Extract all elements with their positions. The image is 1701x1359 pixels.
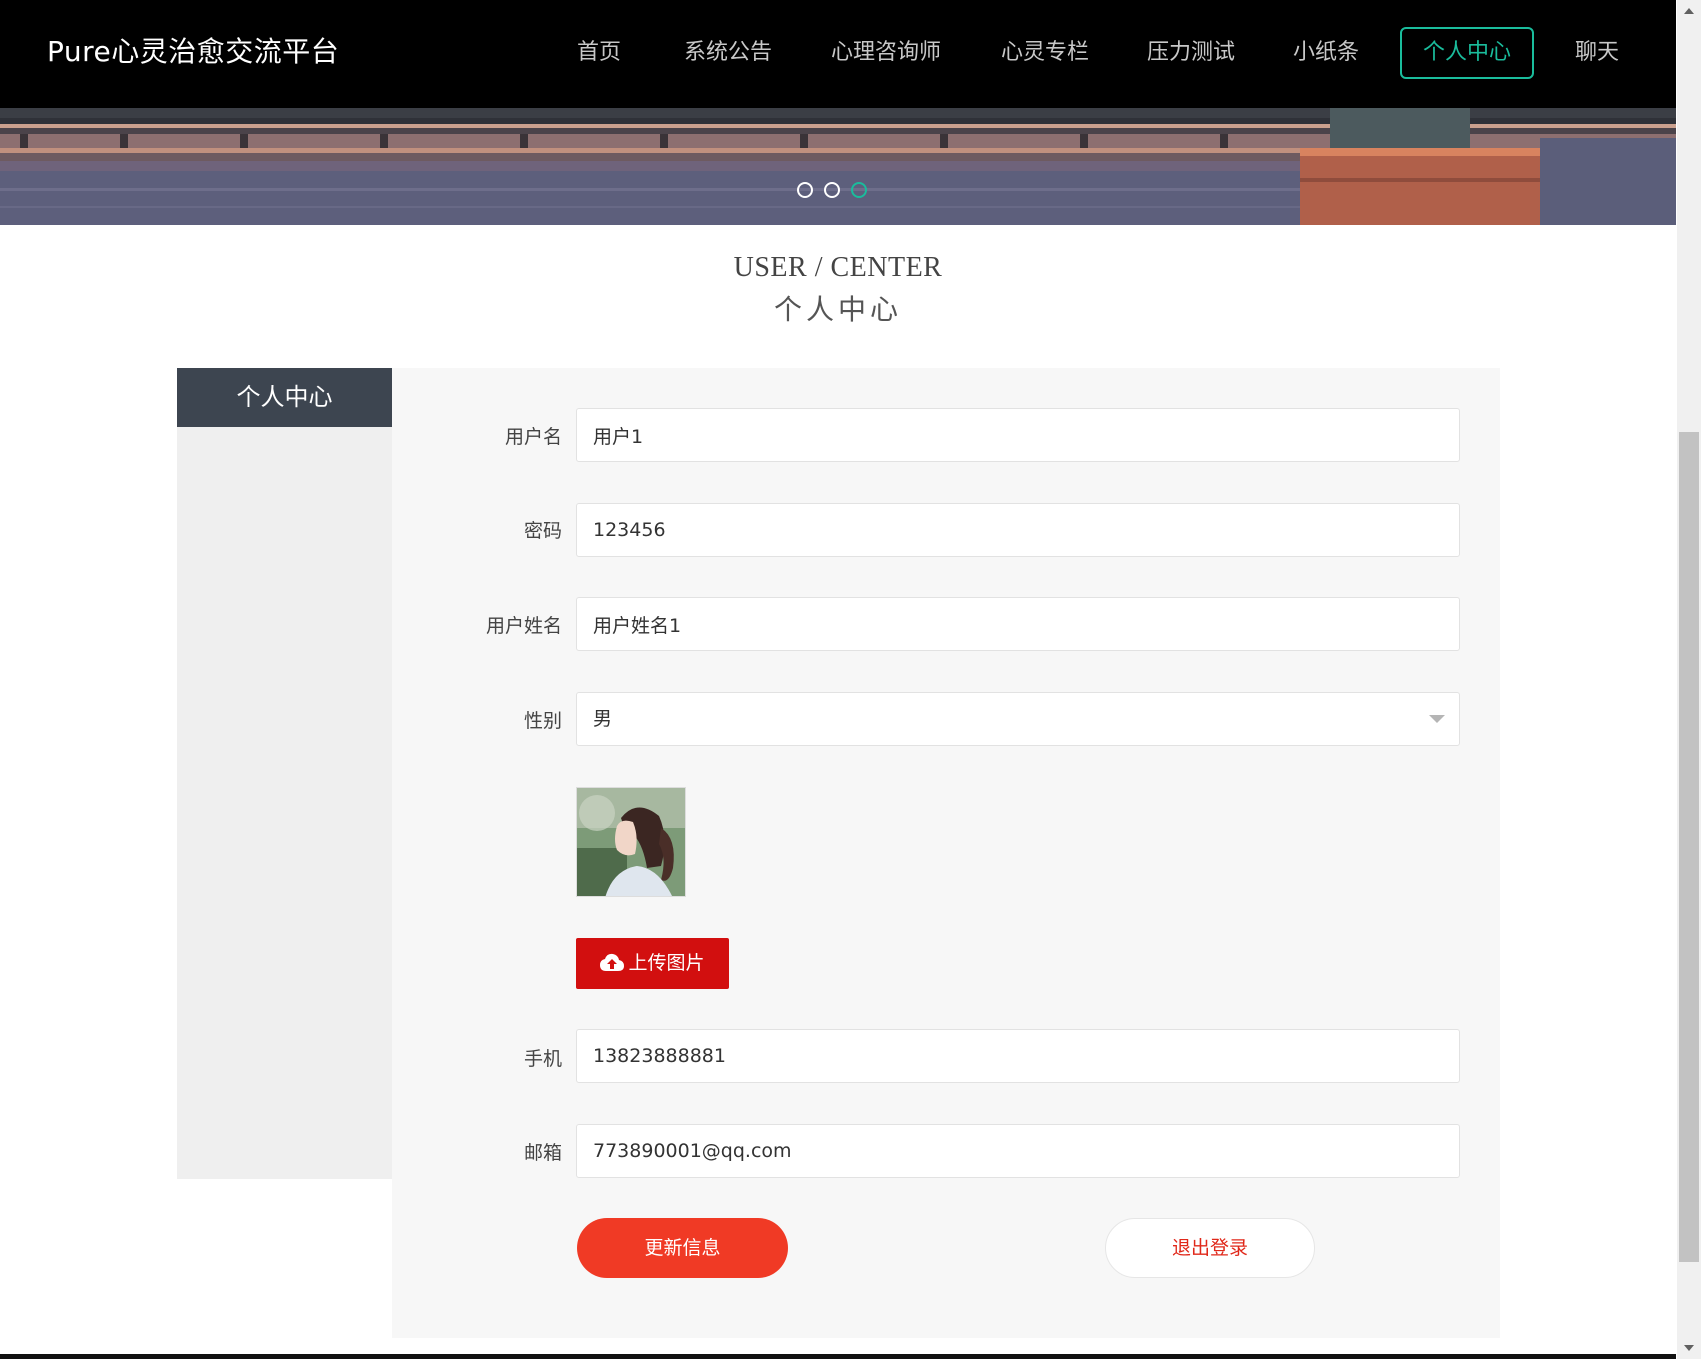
gender-select-value: 男 xyxy=(593,708,613,730)
carousel-dot-3[interactable] xyxy=(851,182,867,198)
username-input[interactable] xyxy=(576,408,1460,462)
sidebar-title[interactable]: 个人中心 xyxy=(177,368,392,427)
banner-image xyxy=(0,108,1676,225)
nav-notes[interactable]: 小纸条 xyxy=(1284,27,1368,79)
nav-stress-test[interactable]: 压力测试 xyxy=(1136,27,1246,79)
phone-label: 手机 xyxy=(523,1048,562,1070)
email-input[interactable] xyxy=(576,1124,1460,1178)
chevron-down-icon xyxy=(1429,715,1445,723)
scroll-thumb[interactable] xyxy=(1679,432,1699,1262)
avatar-image xyxy=(576,787,686,897)
scroll-up-arrow-icon[interactable] xyxy=(1684,8,1694,14)
bottom-edge xyxy=(0,1354,1676,1359)
nav-user-center[interactable]: 个人中心 xyxy=(1400,27,1534,79)
section-title-cn: 个人中心 xyxy=(773,295,902,326)
gender-select[interactable]: 男 xyxy=(576,692,1460,746)
upload-image-button[interactable]: 上传图片 xyxy=(576,938,729,989)
page-scrollbar[interactable] xyxy=(1677,0,1701,1359)
password-input[interactable] xyxy=(576,503,1460,557)
top-navbar: Pure心灵治愈交流平台 首页 系统公告 心理咨询师 心灵专栏 压力测试 小纸条… xyxy=(0,0,1676,108)
carousel-dot-1[interactable] xyxy=(797,182,813,198)
cloud-upload-icon xyxy=(600,953,625,971)
upload-image-label: 上传图片 xyxy=(628,952,705,974)
logout-button[interactable]: 退出登录 xyxy=(1105,1218,1315,1278)
password-label: 密码 xyxy=(523,520,562,542)
nav-home[interactable]: 首页 xyxy=(560,27,638,79)
realname-input[interactable] xyxy=(576,597,1460,651)
nav-counselors[interactable]: 心理咨询师 xyxy=(826,27,946,79)
realname-label: 用户姓名 xyxy=(485,615,562,637)
nav-announcements[interactable]: 系统公告 xyxy=(672,27,784,79)
email-label: 邮箱 xyxy=(523,1142,562,1164)
banner-carousel xyxy=(0,108,1676,225)
username-label: 用户名 xyxy=(504,426,562,448)
update-info-button[interactable]: 更新信息 xyxy=(577,1218,788,1278)
nav-chat[interactable]: 聊天 xyxy=(1566,27,1628,79)
sidebar: 个人中心 xyxy=(177,368,392,1179)
gender-label: 性别 xyxy=(523,710,562,732)
nav-column[interactable]: 心灵专栏 xyxy=(990,27,1100,79)
scroll-down-arrow-icon[interactable] xyxy=(1684,1345,1694,1351)
main-nav: 首页 系统公告 心理咨询师 心灵专栏 压力测试 小纸条 个人中心 聊天 xyxy=(0,0,1676,108)
carousel-dot-2[interactable] xyxy=(824,182,840,198)
phone-input[interactable] xyxy=(576,1029,1460,1083)
section-title-en: USER / CENTER xyxy=(733,252,943,283)
